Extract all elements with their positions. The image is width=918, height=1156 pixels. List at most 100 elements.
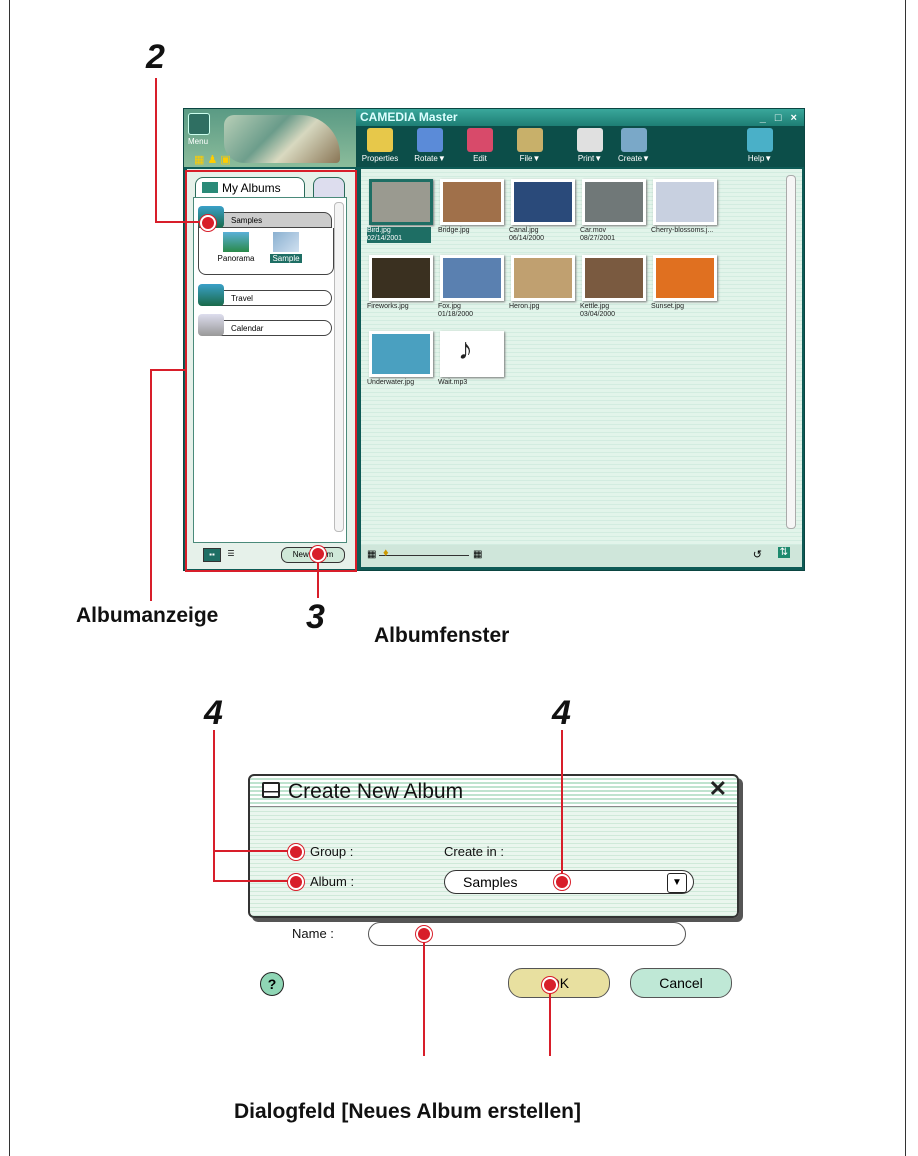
toolbar-button-help[interactable]: Help▼ (740, 128, 780, 163)
toolbar-label: Properties (361, 154, 399, 163)
callout-4-album-dot (288, 874, 304, 890)
thumbnail-label: Cherry-blossoms.j... (651, 227, 715, 235)
thumbnail-filename: Fireworks.jpg (367, 303, 409, 310)
thumbnail-label: Kettle.jpg 03/04/2000 (580, 303, 644, 319)
thumbnail-label: Fox.jpg 01/18/2000 (438, 303, 502, 319)
thumbnail-label: Fireworks.jpg (367, 303, 431, 311)
logo-area: Menu ▦ ♟ ▣ (184, 109, 356, 167)
thumbnail-image (440, 179, 504, 225)
album-label: Album : (310, 874, 355, 889)
thumbnail-filename: Bird.jpg (367, 227, 391, 234)
group-label: Group : (310, 844, 354, 859)
thumbnail[interactable]: Sunset.jpg (651, 253, 717, 315)
menu-label: Menu (188, 137, 209, 146)
thumbnail-image (369, 255, 433, 301)
window-title: CAMEDIA Master (360, 110, 458, 124)
thumbnail[interactable]: Bridge.jpg (438, 177, 504, 239)
toolbar-label: Edit (473, 154, 487, 163)
thumbnail-image (653, 255, 717, 301)
thumbnail-filename: Heron.jpg (509, 303, 540, 310)
window-controls[interactable]: _ □ × (760, 110, 800, 127)
create-in-value: Samples (463, 874, 518, 890)
thumbnail-date: 08/27/2001 (580, 235, 616, 242)
callout-3: 3 (306, 598, 325, 636)
dialog-title: Create New Album (288, 780, 464, 803)
create-in-label: Create in : (444, 844, 504, 859)
callout-4-group-line (213, 850, 293, 852)
toolbar-button-print[interactable]: Print▼ (570, 128, 610, 163)
thumbnail-label: Bird.jpg 02/14/2001 (367, 227, 431, 243)
thumbnail-image (582, 255, 646, 301)
thumbnail-image (582, 179, 646, 225)
callout-2: 2 (146, 38, 165, 76)
thumbnail-image (369, 179, 433, 225)
callout-3-dot (310, 546, 326, 562)
close-icon[interactable]: ✕ (709, 776, 727, 802)
sort-icon[interactable]: ⇅ (777, 547, 790, 558)
thumbnail[interactable]: Wait.mp3 ♪ (438, 329, 504, 391)
thumbnail-image (369, 331, 433, 377)
thumbnail-filename: Sunset.jpg (651, 303, 685, 310)
thumbnail[interactable]: Car.mov 08/27/2001 (580, 177, 646, 242)
help-icon (747, 128, 773, 152)
album-display-line-h (150, 369, 187, 371)
thumbnail-filename: Fox.jpg (438, 303, 461, 310)
thumbnail[interactable]: Kettle.jpg 03/04/2000 (580, 253, 646, 318)
caption-album-window: Albumfenster (374, 624, 510, 647)
zoom-handle-icon[interactable]: ♦ (383, 547, 389, 559)
thumbnail[interactable]: Cherry-blossoms.j... (651, 177, 717, 239)
ok-button[interactable]: OK (508, 968, 610, 998)
toolbar-label: Rotate▼ (414, 154, 446, 163)
help-button[interactable]: ? (260, 972, 284, 996)
zoom-slider[interactable] (379, 555, 469, 556)
rotate-icon[interactable]: ↺ (753, 548, 762, 561)
callout-4-right-line (561, 730, 563, 880)
thumbnail-label: Underwater.jpg (367, 379, 431, 387)
cancel-button[interactable]: Cancel (630, 968, 732, 998)
properties-icon (367, 128, 393, 152)
thumbnail-filename: Canal.jpg (509, 227, 539, 234)
thumbnail-image (653, 179, 717, 225)
thumbnail-label: Car.mov 08/27/2001 (580, 227, 644, 243)
callout-5-line (423, 930, 425, 1056)
thumbnail-date: 01/18/2000 (438, 311, 474, 318)
thumbnail[interactable]: Bird.jpg 02/14/2001 (367, 177, 433, 243)
thumbnail-image (440, 255, 504, 301)
rotate-icon (417, 128, 443, 152)
toolbar-button-file[interactable]: File▼ (510, 128, 550, 163)
toolbar-button-rotate[interactable]: Rotate▼ (410, 128, 450, 163)
thumbnail-filename: Wait.mp3 (438, 379, 468, 386)
name-label: Name : (292, 926, 334, 941)
thumbnail[interactable]: Fireworks.jpg (367, 253, 433, 315)
toolbar-button-create[interactable]: Create▼ (614, 128, 654, 163)
thumbnail-scrollbar[interactable] (786, 175, 796, 529)
thumbnail[interactable]: Canal.jpg 06/14/2000 (509, 177, 575, 242)
toolbar-label: Create▼ (618, 154, 650, 163)
toolbar-label: File▼ (519, 154, 541, 163)
callout-4-left-line-v (213, 730, 215, 882)
thumbnail-label: Sunset.jpg (651, 303, 715, 311)
toolbar-label: Print▼ (577, 154, 603, 163)
thumbnail[interactable]: Heron.jpg (509, 253, 575, 315)
thumbnail[interactable]: Underwater.jpg (367, 329, 433, 391)
toolbar-button-properties[interactable]: Properties (360, 128, 400, 163)
thumbnail-date: 03/04/2000 (580, 311, 616, 318)
thumbnail-filename: Underwater.jpg (367, 379, 415, 386)
view-mode-icons[interactable]: ▦ ♟ ▣ (194, 153, 231, 166)
toolbar-label: Help▼ (747, 154, 773, 163)
callout-4-group-dot (288, 844, 304, 860)
callout-4-right: 4 (552, 694, 571, 732)
print-icon (577, 128, 603, 152)
callout-6-line (549, 982, 551, 1056)
thumbnail-label: Canal.jpg 06/14/2000 (509, 227, 573, 243)
thumbnail[interactable]: Fox.jpg 01/18/2000 (438, 253, 504, 318)
toolbar-button-edit[interactable]: Edit (460, 128, 500, 163)
dialog-title-bar: Create New Album ✕ (250, 776, 737, 807)
chevron-down-icon[interactable]: ▼ (667, 873, 687, 893)
menu-icon[interactable] (188, 113, 210, 135)
thumbnail-date: 06/14/2000 (509, 235, 545, 242)
thumbnail-area: Bird.jpg 02/14/2001 Bridge.jpg Canal.jpg 06/… (361, 169, 802, 565)
thumbnail-filename: Car.mov (580, 227, 607, 234)
create-icon (621, 128, 647, 152)
album-display-line-v (150, 369, 152, 601)
